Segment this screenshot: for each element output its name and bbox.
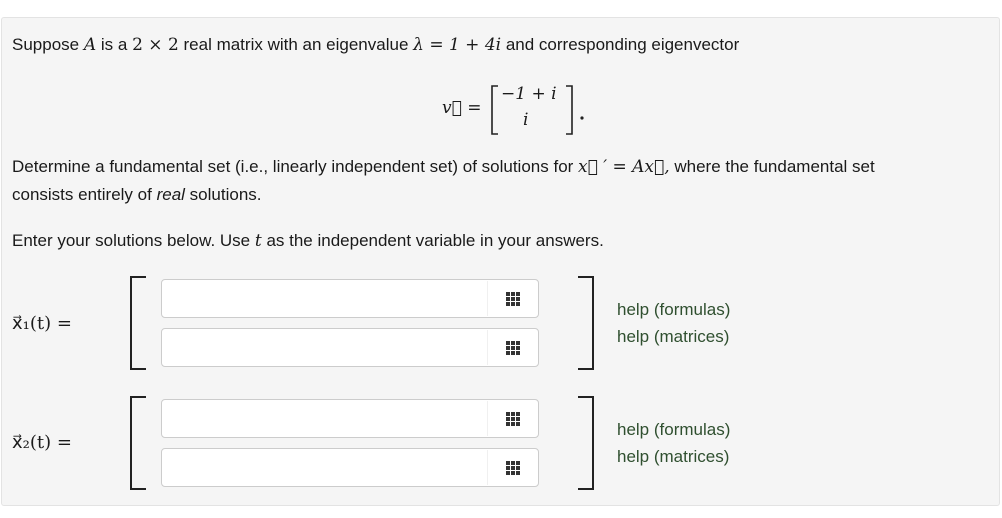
solution-2-component-2-input[interactable] bbox=[161, 448, 539, 487]
matrix-dimension: 2 × 2 bbox=[132, 35, 179, 55]
problem-statement-line1: Suppose A is a 2 × 2 real matrix with an… bbox=[12, 35, 739, 55]
matrix-grid-icon bbox=[505, 340, 520, 355]
text: Enter your solutions below. Use bbox=[12, 231, 251, 250]
text: Determine a fundamental set (i.e., linea… bbox=[12, 157, 574, 176]
problem-statement-line3: consists entirely of real solutions. bbox=[12, 185, 262, 205]
matrix-grid-icon bbox=[505, 291, 520, 306]
variable-symbol: t bbox=[254, 231, 262, 251]
solution-2-right-bracket bbox=[578, 396, 594, 490]
text: is a bbox=[100, 35, 128, 54]
help-formulas-link-2[interactable]: help (formulas) bbox=[617, 420, 730, 440]
matrix-grid-icon bbox=[505, 460, 520, 475]
solution-2-label: x⃗₂(t) = bbox=[12, 432, 72, 453]
differential-equation: x⃗ ′ = Ax⃗, bbox=[578, 157, 670, 177]
text: where the fundamental set bbox=[674, 157, 875, 176]
solution-1-label: x⃗₁(t) = bbox=[12, 313, 72, 334]
instructions: Enter your solutions below. Use t as the… bbox=[12, 231, 604, 251]
emphasis-text: real bbox=[156, 185, 185, 204]
vector-entry-top: −1 + i bbox=[501, 84, 557, 104]
text: real matrix with an eigenvalue bbox=[183, 35, 409, 54]
help-matrices-link-2[interactable]: help (matrices) bbox=[617, 447, 729, 467]
matrix-grid-icon bbox=[505, 411, 520, 426]
text: Suppose bbox=[12, 35, 80, 54]
matrix-editor-button[interactable] bbox=[487, 450, 537, 485]
solution-2-left-bracket bbox=[130, 396, 146, 490]
text: solutions. bbox=[189, 185, 262, 204]
matrix-editor-button[interactable] bbox=[487, 330, 537, 365]
solution-2-component-1-input[interactable] bbox=[161, 399, 539, 438]
text: consists entirely of bbox=[12, 185, 152, 204]
solution-1-left-bracket bbox=[130, 276, 146, 370]
solution-1-component-1-input[interactable] bbox=[161, 279, 539, 318]
matrix-editor-button[interactable] bbox=[487, 281, 537, 316]
vector-entry-bottom: i bbox=[523, 110, 529, 130]
matrix-symbol: A bbox=[83, 35, 97, 55]
vector-label: v⃗ = bbox=[442, 98, 482, 118]
solution-1-right-bracket bbox=[578, 276, 594, 370]
help-matrices-link-1[interactable]: help (matrices) bbox=[617, 327, 729, 347]
text: as the independent variable in your answ… bbox=[266, 231, 604, 250]
help-formulas-link-1[interactable]: help (formulas) bbox=[617, 300, 730, 320]
problem-statement-line2: Determine a fundamental set (i.e., linea… bbox=[12, 157, 875, 177]
matrix-editor-button[interactable] bbox=[487, 401, 537, 436]
text: and corresponding eigenvector bbox=[505, 35, 740, 54]
solution-1-component-2-input[interactable] bbox=[161, 328, 539, 367]
eigenvalue: λ = 1 + 4i bbox=[413, 35, 502, 55]
